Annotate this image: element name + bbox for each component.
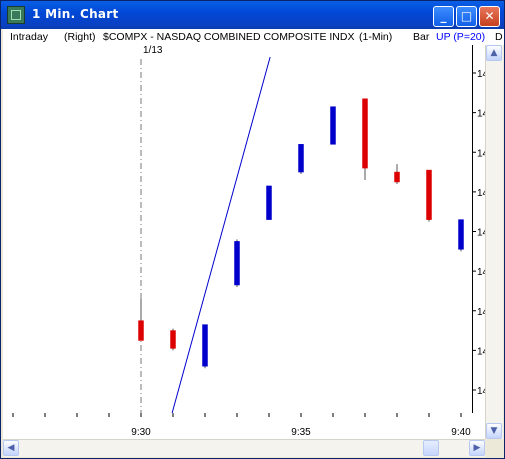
up-candle: [298, 144, 304, 173]
scroll-left-button[interactable]: ◀: [3, 440, 19, 456]
down-candle: [394, 171, 400, 183]
chart-plot-area[interactable]: 1/13: [3, 45, 473, 414]
up-candle: [458, 219, 464, 250]
scroll-right-button[interactable]: ▶: [469, 440, 485, 456]
symbol-label: $COMPX - NASDAQ COMBINED COMPOSITE INDX: [103, 31, 355, 43]
minimize-icon: _: [440, 9, 447, 23]
scroll-up-icon: ▲: [490, 48, 498, 58]
time-axis-svg: 9:30 9:35 9:40: [12, 413, 471, 438]
down-candle: [362, 98, 368, 169]
trend-line: [171, 56, 271, 414]
session-date-label: 1/13: [143, 45, 163, 56]
scale-label: (Right): [64, 31, 96, 43]
up-candle: [330, 106, 336, 145]
chart-window: 1 Min. Chart _ □ ✕ Intraday (Right) $COM…: [0, 0, 505, 459]
maximize-icon: □: [460, 9, 473, 23]
maximize-button[interactable]: □: [456, 6, 477, 27]
x-tick-label: 9:30: [131, 427, 151, 438]
scroll-right-icon: ▶: [473, 443, 481, 453]
price-chart: 1/13: [138, 45, 464, 414]
x-tick-label: 9:35: [291, 427, 311, 438]
scroll-up-button[interactable]: ▲: [486, 45, 502, 61]
down-candle: [170, 330, 176, 349]
close-button[interactable]: ✕: [479, 6, 500, 27]
up-candle: [266, 185, 272, 220]
up-candle: [202, 324, 208, 367]
chart-app-icon: [7, 6, 25, 24]
extra-label: D: [495, 31, 503, 43]
horizontal-scroll-thumb[interactable]: [423, 440, 439, 456]
x-tick-label: 9:40: [451, 427, 471, 438]
mode-label: Intraday: [10, 31, 48, 43]
indicator-label[interactable]: UP (P=20): [436, 31, 485, 43]
minimize-button[interactable]: _: [433, 6, 454, 27]
interval-label: (1-Min): [359, 31, 393, 43]
scroll-down-icon: ▼: [490, 426, 498, 436]
horizontal-scrollbar[interactable]: ◀ ▶: [3, 439, 485, 457]
up-candle: [234, 241, 240, 286]
scroll-down-button[interactable]: ▼: [486, 423, 502, 439]
close-icon: ✕: [484, 9, 495, 23]
vertical-scrollbar[interactable]: ▲ ▼: [485, 45, 503, 439]
window-title: 1 Min. Chart: [32, 7, 119, 21]
scroll-left-icon: ◀: [7, 443, 15, 453]
chart-info-bar: Intraday (Right) $COMPX - NASDAQ COMBINE…: [3, 29, 504, 45]
title-bar[interactable]: 1 Min. Chart _ □ ✕: [1, 1, 504, 29]
down-candle: [426, 169, 432, 220]
chart-style-label: Bar: [413, 31, 430, 43]
time-axis: 9:30 9:35 9:40: [3, 413, 493, 439]
down-candle: [138, 320, 144, 341]
